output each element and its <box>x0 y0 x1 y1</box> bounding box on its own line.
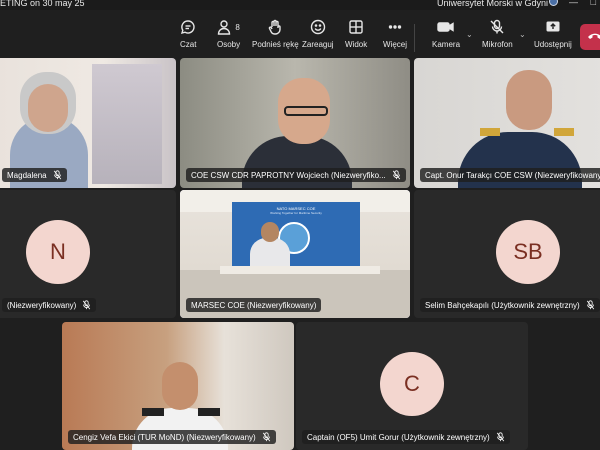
more-button[interactable]: Więcej <box>383 18 407 49</box>
microphone-muted-icon <box>262 432 270 442</box>
participant-name-tag: (Niezweryfikowany) <box>2 298 97 312</box>
view-label: Widok <box>345 40 368 49</box>
minimize-button[interactable]: — <box>569 0 578 7</box>
participant-name-tag: Magdalena <box>2 168 67 182</box>
participant-name-tag: COE CSW CDR PAPROTNY Wojciech (Niezweryf… <box>186 168 406 182</box>
title-bar: ETING on 30 may 25 Uniwersytet Morski w … <box>0 0 600 10</box>
hang-up-icon <box>587 28 600 46</box>
grid-view-icon <box>348 18 364 36</box>
people-count: 8 <box>235 22 240 32</box>
chat-label: Czat <box>180 40 197 49</box>
participant-tile[interactable]: N (Niezweryfikowany) <box>0 190 176 318</box>
react-label: Zareaguj <box>302 40 334 49</box>
people-icon: 8 <box>217 18 240 36</box>
people-label: Osoby <box>217 40 241 49</box>
chat-button[interactable]: Czat <box>180 18 196 49</box>
meeting-toolbar: Czat 8 Osoby Podnieś rękę Zareaguj Widok… <box>0 10 600 54</box>
organization-name: Uniwersytet Morski w Gdyni <box>436 0 548 8</box>
banner-subtitle: Working Together for Maritime Security <box>270 211 322 215</box>
participant-name: Magdalena <box>7 170 47 180</box>
participant-name: Capt. Onur Tarakçı COE CSW (Niezweryfiko… <box>425 170 600 180</box>
maximize-button[interactable]: □ <box>591 0 596 7</box>
microphone-button[interactable]: Mikrofon <box>482 18 513 49</box>
microphone-label: Mikrofon <box>482 40 513 49</box>
hand-icon <box>267 18 283 36</box>
participant-name-tag: Capt. Onur Tarakçı COE CSW (Niezweryfiko… <box>420 168 600 182</box>
camera-label: Kamera <box>432 40 461 49</box>
people-button[interactable]: 8 Osoby <box>217 18 240 49</box>
participant-tile[interactable]: Capt. Onur Tarakçı COE CSW (Niezweryfiko… <box>414 58 600 188</box>
participant-name: Captain (OF5) Umit Gorur (Użytkownik zew… <box>307 432 490 442</box>
share-button[interactable]: Udostępnij <box>534 18 572 49</box>
microphone-muted-icon <box>496 432 504 442</box>
participant-name-tag: Cengiz Vefa Ekici (TUR MoND) (Niezweryfi… <box>68 430 276 444</box>
microphone-options-chevron-icon[interactable]: ⌄ <box>519 30 526 39</box>
camera-icon <box>437 18 455 36</box>
share-label: Udostępnij <box>534 40 572 49</box>
participant-name: (Niezweryfikowany) <box>7 300 77 310</box>
participant-tile[interactable]: Cengiz Vefa Ekici (TUR MoND) (Niezweryfi… <box>62 322 294 450</box>
more-icon <box>387 18 403 36</box>
participant-name-tag: Selim Bahçekapılı (Użytkownik zewnętrzny… <box>420 298 600 312</box>
participant-name: COE CSW CDR PAPROTNY Wojciech (Niezweryf… <box>191 170 386 180</box>
participant-name: Selim Bahçekapılı (Użytkownik zewnętrzny… <box>425 300 580 310</box>
microphone-muted-icon <box>586 300 594 310</box>
more-label: Więcej <box>383 40 408 49</box>
microphone-muted-icon <box>83 300 91 310</box>
participant-name-tag: MARSEC COE (Niezweryfikowany) <box>186 298 322 312</box>
camera-options-chevron-icon[interactable]: ⌄ <box>466 30 473 39</box>
microphone-muted-icon <box>489 18 505 36</box>
meeting-title: ETING on 30 may 25 <box>0 0 85 8</box>
leave-call-button[interactable] <box>580 24 600 50</box>
microphone-muted-icon <box>53 170 61 180</box>
smiley-icon <box>310 18 326 36</box>
participant-tile[interactable]: SB Selim Bahçekapılı (Użytkownik zewnętr… <box>414 190 600 318</box>
participant-name: MARSEC COE (Niezweryfikowany) <box>191 300 317 310</box>
camera-button[interactable]: Kamera <box>432 18 460 49</box>
share-screen-icon <box>545 18 561 36</box>
participant-tile[interactable]: COE CSW CDR PAPROTNY Wojciech (Niezweryf… <box>180 58 410 188</box>
avatar: C <box>380 352 444 416</box>
view-button[interactable]: Widok <box>345 18 367 49</box>
microphone-muted-icon <box>392 170 400 180</box>
participant-tile[interactable]: C Captain (OF5) Umit Gorur (Użytkownik z… <box>296 322 528 450</box>
participant-tile[interactable]: Magdalena <box>0 58 176 188</box>
react-button[interactable]: Zareaguj <box>302 18 334 49</box>
chat-icon <box>180 18 196 36</box>
organization-logo <box>549 0 558 6</box>
toolbar-separator <box>414 24 415 52</box>
participant-tile-active-speaker[interactable]: NATO MARSEC COE Working Together for Mar… <box>180 190 410 318</box>
raise-hand-label: Podnieś rękę <box>252 40 299 49</box>
participant-name: Cengiz Vefa Ekici (TUR MoND) (Niezweryfi… <box>73 432 256 442</box>
raise-hand-button[interactable]: Podnieś rękę <box>252 18 299 49</box>
participant-name-tag: Captain (OF5) Umit Gorur (Użytkownik zew… <box>302 430 510 444</box>
avatar: SB <box>496 220 560 284</box>
avatar: N <box>26 220 90 284</box>
